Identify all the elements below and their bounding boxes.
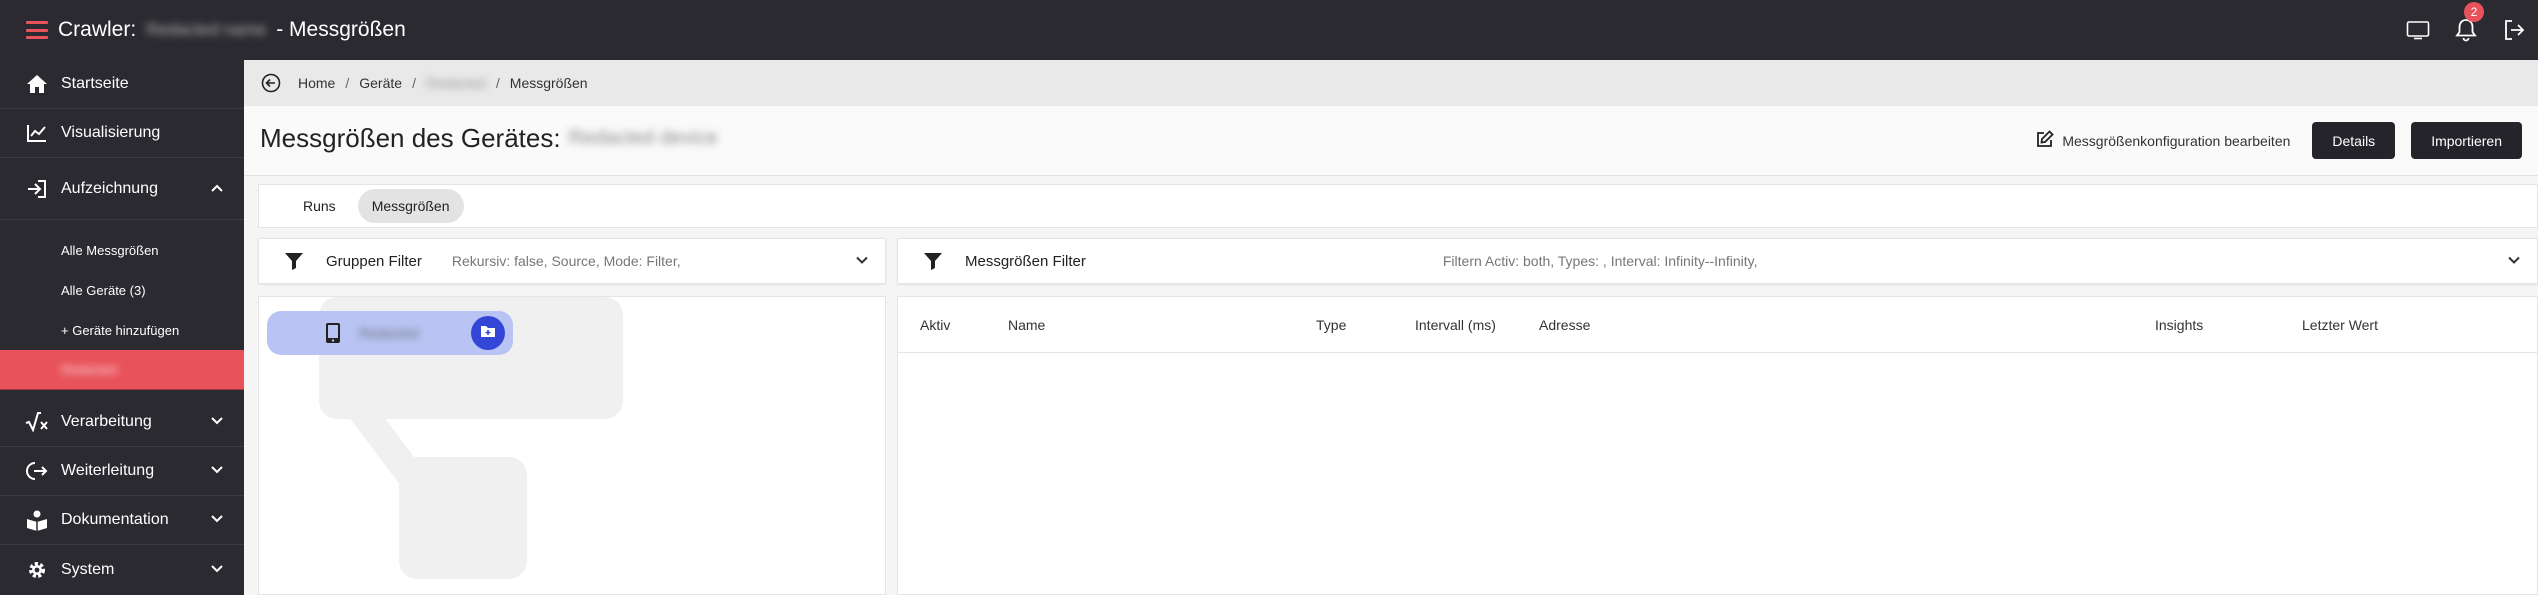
breadcrumb-separator: / xyxy=(345,75,350,91)
breadcrumb-device[interactable]: Redacted xyxy=(426,75,486,91)
breadcrumb-separator: / xyxy=(412,75,416,91)
column-header-name[interactable]: Name xyxy=(1008,297,1045,353)
page-header: Messgrößen des Gerätes: Redacted device … xyxy=(244,106,2538,176)
chart-line-icon xyxy=(25,121,49,145)
edit-config-link[interactable]: Messgrößenkonfiguration bearbeiten xyxy=(2036,130,2290,151)
sidebar-item-label: Startseite xyxy=(61,75,129,92)
page-title: Messgrößen des Gerätes: Redacted device xyxy=(260,123,718,153)
folder-plus-icon xyxy=(480,324,496,343)
sidebar-item-startseite[interactable]: Startseite xyxy=(0,60,244,109)
filter-icon xyxy=(284,252,304,270)
sidebar-item-weiterleitung[interactable]: Weiterleitung xyxy=(0,447,244,496)
device-name: Redacted device xyxy=(568,127,718,149)
filter-icon xyxy=(923,252,943,270)
sidebar-subitem-alle-messgroessen[interactable]: Alle Messgrößen xyxy=(0,230,244,270)
menu-icon[interactable] xyxy=(26,21,48,39)
column-header-letzter-wert[interactable]: Letzter Wert xyxy=(2302,297,2378,353)
chevron-down-icon[interactable] xyxy=(855,253,869,270)
book-icon xyxy=(25,508,49,532)
sidebar-subitem-alle-geraete[interactable]: Alle Geräte (3) xyxy=(0,270,244,310)
column-header-type[interactable]: Type xyxy=(1316,297,1346,353)
measurements-table: Aktiv Name Type Intervall (ms) Adresse I… xyxy=(897,296,2538,595)
chevron-down-icon[interactable] xyxy=(210,462,224,480)
sidebar-item-label: Weiterleitung xyxy=(61,462,155,479)
breadcrumb-home[interactable]: Home xyxy=(298,75,335,91)
breadcrumb: Home / Geräte / Redacted / Messgrößen xyxy=(244,60,2538,106)
section-title: - Messgrößen xyxy=(276,18,406,41)
tab-runs[interactable]: Runs xyxy=(289,189,350,223)
sidebar-item-label: System xyxy=(61,560,115,578)
column-header-intervall[interactable]: Intervall (ms) xyxy=(1415,297,1496,353)
app-title: Crawler: Redacted name - Messgrößen xyxy=(58,18,406,42)
tablet-icon xyxy=(325,322,341,344)
login-arrow-icon xyxy=(25,177,49,201)
edit-config-label: Messgrößenkonfiguration bearbeiten xyxy=(2062,132,2291,149)
forward-icon xyxy=(25,459,49,483)
bell-icon[interactable]: 2 xyxy=(2442,0,2490,60)
measure-filter-summary: Filtern Activ: both, Types: , Interval: … xyxy=(1442,253,1758,269)
sidebar: Startseite Visualisierung Aufzeichnung A… xyxy=(0,60,244,595)
sidebar-item-label: Visualisierung xyxy=(61,124,161,141)
sqrt-icon xyxy=(25,410,49,434)
chevron-down-icon[interactable] xyxy=(210,561,224,579)
sidebar-item-verarbeitung[interactable]: Verarbeitung xyxy=(0,398,244,447)
table-header: Aktiv Name Type Intervall (ms) Adresse I… xyxy=(898,297,2537,353)
sidebar-item-label: Dokumentation xyxy=(61,511,169,528)
table-body xyxy=(898,353,2537,595)
column-header-aktiv[interactable]: Aktiv xyxy=(920,297,950,353)
home-icon xyxy=(25,72,49,96)
chevron-down-icon[interactable] xyxy=(2507,253,2521,270)
breadcrumb-geraete[interactable]: Geräte xyxy=(359,75,402,91)
group-tree-panel: Redacted xyxy=(258,296,886,595)
tabs-bar: Runs Messgrößen xyxy=(258,184,2538,228)
app-name: Crawler: xyxy=(58,18,137,41)
sidebar-subitem-current-device[interactable]: Redacted xyxy=(0,350,244,390)
add-folder-button[interactable] xyxy=(471,316,505,350)
gear-icon xyxy=(25,558,49,582)
sidebar-item-label: Verarbeitung xyxy=(61,413,152,430)
sidebar-item-label: Aufzeichnung xyxy=(61,179,158,197)
group-filter-label: Gruppen Filter xyxy=(326,252,422,270)
aufzeichnung-submenu: Alle Messgrößen Alle Geräte (3) + Geräte… xyxy=(0,220,244,398)
back-arrow-icon[interactable] xyxy=(260,72,282,94)
logout-icon[interactable] xyxy=(2490,0,2538,60)
instance-name: Redacted name xyxy=(146,20,267,39)
sidebar-item-visualisierung[interactable]: Visualisierung xyxy=(0,109,244,158)
sidebar-subitem-geraete-hinzufuegen[interactable]: + Geräte hinzufügen xyxy=(0,310,244,350)
tree-node[interactable]: Redacted xyxy=(267,311,513,355)
group-filter-summary: Rekursiv: false, Source, Mode: Filter, xyxy=(451,253,681,269)
import-button[interactable]: Importieren xyxy=(2411,122,2522,159)
notification-badge: 2 xyxy=(2464,2,2484,22)
monitor-icon[interactable] xyxy=(2394,0,2442,60)
details-button[interactable]: Details xyxy=(2312,122,2396,159)
chevron-down-icon[interactable] xyxy=(210,511,224,529)
tree-node-label: Redacted xyxy=(359,325,419,341)
breadcrumb-separator: / xyxy=(495,75,500,91)
top-bar: Crawler: Redacted name - Messgrößen 2 xyxy=(0,0,2538,60)
breadcrumb-messgroessen: Messgrößen xyxy=(509,75,588,91)
chevron-down-icon[interactable] xyxy=(210,413,224,431)
group-filter-bar[interactable]: Gruppen Filter Rekursiv: false, Source, … xyxy=(258,238,886,284)
column-header-adresse[interactable]: Adresse xyxy=(1539,297,1590,353)
column-header-insights[interactable]: Insights xyxy=(2155,297,2203,353)
chevron-up-icon[interactable] xyxy=(210,180,224,198)
measure-filter-label: Messgrößen Filter xyxy=(965,252,1086,270)
measure-filter-bar[interactable]: Messgrößen Filter Filtern Activ: both, T… xyxy=(897,238,2538,284)
tab-messgroessen[interactable]: Messgrößen xyxy=(357,189,464,223)
sidebar-item-aufzeichnung[interactable]: Aufzeichnung xyxy=(0,158,244,220)
edit-icon xyxy=(2036,130,2055,151)
sidebar-item-system[interactable]: System xyxy=(0,545,244,594)
sidebar-item-dokumentation[interactable]: Dokumentation xyxy=(0,496,244,545)
